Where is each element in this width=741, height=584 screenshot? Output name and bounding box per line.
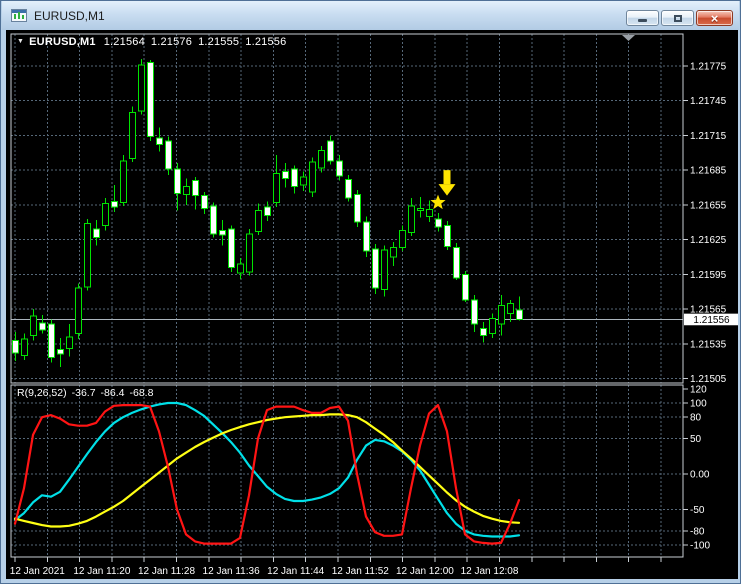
ohlc-low: 1.21555 (198, 36, 239, 48)
candle (355, 190, 361, 227)
candle (121, 155, 127, 206)
indicator-axis-label: 0.00 (690, 470, 710, 481)
icon-candle (22, 15, 24, 19)
time-axis-label: 12 Jan 11:28 (138, 566, 196, 577)
time-axis-label: 12 Jan 12:00 (396, 566, 454, 577)
indicator-axis-label: -50 (690, 505, 705, 516)
price-axis-label: 1.21715 (690, 131, 727, 142)
ohlc-close: 1.21556 (245, 36, 286, 48)
candle (454, 243, 460, 280)
minimize-icon (638, 19, 647, 22)
indicator-axis-label: 50 (690, 434, 702, 445)
candle (76, 284, 82, 340)
time-axis-label: 12 Jan 12:08 (461, 566, 519, 577)
indicator-axis-label: -80 (690, 526, 705, 537)
chevron-down-icon[interactable]: ▼ (17, 38, 24, 45)
candle (148, 60, 154, 141)
chart-area[interactable]: 1.21775 1.21745 1.21715 1.21685 1.21655 1.216… (6, 30, 738, 579)
title-bar[interactable]: EURUSD,M1 × (2, 1, 739, 30)
candle (139, 59, 145, 115)
indicator-axis-label: 100 (690, 399, 707, 410)
time-axis-label: 12 Jan 11:44 (267, 566, 325, 577)
chart-window-icon (11, 9, 27, 22)
restore-icon (674, 15, 682, 22)
time-axis-label: 12 Jan 2021 (10, 566, 65, 577)
price-axis-label: 1.21745 (690, 96, 727, 107)
candle (130, 107, 136, 163)
icon-candle (18, 12, 20, 19)
price-axis-label: 1.21775 (690, 62, 727, 73)
price-axis-label: 1.21685 (690, 166, 727, 177)
minimize-button[interactable] (626, 10, 659, 26)
chart-canvas[interactable]: 1.21775 1.21745 1.21715 1.21685 1.21655 1.216… (6, 30, 738, 579)
candle (364, 216, 370, 257)
candle (49, 319, 55, 362)
indicator-axis-label: 120 (690, 384, 707, 395)
candle (166, 137, 172, 175)
time-axis-label: 12 Jan 11:20 (73, 566, 131, 577)
price-axis-label: 1.21535 (690, 339, 727, 350)
window-title: EURUSD,M1 (34, 9, 105, 23)
indicator-value-3: -68.8 (129, 387, 153, 399)
ohlc-open: 1.21564 (104, 36, 145, 48)
time-axis-label: 12 Jan 11:36 (203, 566, 261, 577)
candle (229, 226, 235, 272)
chart-symbol-period: EURUSD,M1 (29, 36, 96, 48)
candle (445, 221, 451, 250)
candle (373, 244, 379, 294)
restore-button[interactable] (661, 10, 694, 26)
mt4-chart-window: EURUSD,M1 × 1.21775 1.21745 1.21715 1.21685… (0, 0, 741, 584)
window-controls: × (624, 10, 733, 26)
chart-header: ▼ EURUSD,M1 1.21564 1.21576 1.21555 1.21556 (17, 36, 292, 48)
price-axis-label: 1.21655 (690, 200, 727, 211)
candle (85, 219, 91, 291)
time-axis-label: 12 Jan 11:52 (332, 566, 390, 577)
bid-price-label: 1.21556 (693, 315, 730, 326)
indicator-axis-label: -100 (690, 541, 710, 552)
candle (463, 271, 469, 302)
candle (211, 203, 217, 238)
indicator-value-1: -36.7 (72, 387, 96, 399)
candle (310, 157, 316, 196)
indicator-axis-label: 80 (690, 413, 702, 424)
indicator-name: R(9,26,52) (17, 387, 67, 399)
candle (247, 229, 253, 275)
close-icon: × (711, 12, 719, 25)
ohlc-high: 1.21576 (151, 36, 192, 48)
indicator-value-2: -86.4 (101, 387, 125, 399)
price-axis-label: 1.21625 (690, 235, 727, 246)
close-button[interactable]: × (696, 10, 733, 26)
price-axis-label: 1.21595 (690, 270, 727, 281)
candle (382, 245, 388, 296)
icon-candle (14, 14, 16, 19)
indicator-label: R(9,26,52) -36.7 -86.4 -68.8 (17, 387, 158, 399)
